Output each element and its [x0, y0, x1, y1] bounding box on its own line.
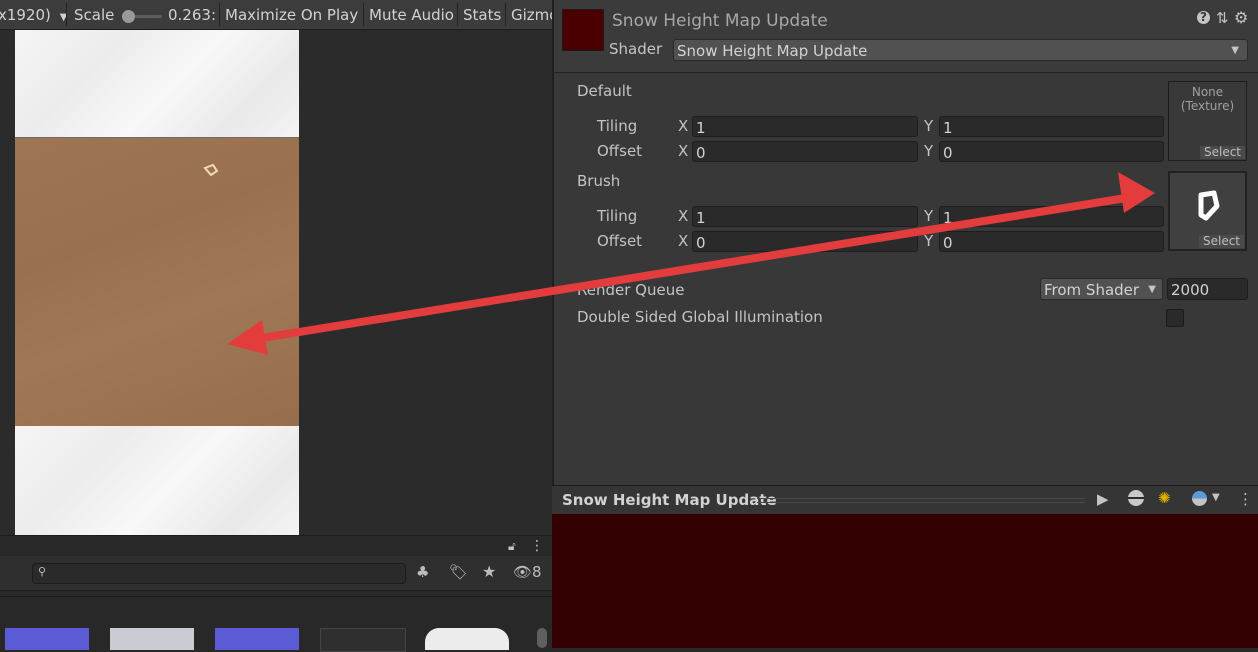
brush-texture-select-button[interactable]: Select: [1199, 235, 1244, 248]
favorite-star-icon[interactable]: ★: [482, 562, 496, 581]
render-queue-source: From Shader: [1044, 281, 1140, 299]
label-tag-icon[interactable]: 🏷︎: [449, 563, 468, 581]
scrollbar[interactable]: [537, 628, 547, 648]
more-options-icon[interactable]: ⋮: [530, 538, 544, 554]
brush-tiling-label: Tiling: [597, 207, 638, 225]
light-icon[interactable]: ✺: [1158, 489, 1171, 507]
inspector-panel: Snow Height Map Update ? ⇅ ⚙ Shader Snow…: [552, 0, 1258, 485]
dsgi-checkbox[interactable]: [1166, 309, 1184, 327]
axis-x-label: X: [678, 232, 689, 250]
default-tiling-label: Tiling: [597, 117, 638, 135]
axis-x-label: X: [678, 142, 689, 160]
dirt-trail-texture: [15, 137, 299, 427]
more-options-icon[interactable]: ⋮: [1238, 490, 1253, 508]
presets-icon[interactable]: ⇅: [1216, 9, 1229, 27]
scale-value: 0.263:: [168, 6, 216, 24]
preview-mesh-icon[interactable]: [1128, 490, 1144, 506]
axis-y-label: Y: [924, 117, 934, 135]
maximize-on-play-toggle[interactable]: Maximize On Play: [225, 0, 358, 29]
eye-hidden-icon: 👁︎: [513, 563, 533, 581]
scale-label: Scale: [74, 6, 115, 24]
game-view-toolbar: x1920) ▼ Scale 0.263: Maximize On Play M…: [0, 0, 558, 30]
hidden-packages-toggle[interactable]: 👁︎8: [513, 563, 542, 581]
asset-thumbnail[interactable]: [320, 628, 406, 652]
default-texture-slot[interactable]: None (Texture) Select: [1168, 81, 1247, 161]
asset-thumbnail[interactable]: [110, 628, 194, 650]
shader-dropdown[interactable]: Snow Height Map Update ▼: [673, 39, 1248, 61]
brush-offset-label: Offset: [597, 232, 643, 250]
default-offset-y-field[interactable]: 0: [939, 141, 1164, 162]
render-queue-source-dropdown[interactable]: From Shader ▼: [1040, 278, 1163, 300]
default-tiling-y-field[interactable]: 1: [939, 116, 1164, 137]
hidden-count: 8: [532, 563, 542, 581]
stats-toggle[interactable]: Stats: [463, 0, 501, 29]
default-offset-x-field[interactable]: 0: [692, 141, 918, 162]
brush-offset-y-field[interactable]: 0: [939, 231, 1164, 252]
axis-y-label: Y: [924, 207, 934, 225]
brush-texture-slot[interactable]: Select: [1168, 171, 1247, 251]
preview-title: Snow Height Map Update: [562, 491, 777, 509]
axis-x-label: X: [678, 207, 689, 225]
render-queue-value-field[interactable]: 2000: [1167, 278, 1248, 300]
create-filter-icon[interactable]: ♣: [416, 563, 429, 581]
default-tiling-x-field[interactable]: 1: [692, 116, 918, 137]
chevron-down-icon: ▼: [1148, 284, 1156, 295]
play-icon[interactable]: ▶: [1097, 490, 1109, 508]
brush-tiling-x-field[interactable]: 1: [692, 206, 918, 227]
lock-icon[interactable]: 🔓︎: [508, 539, 516, 554]
help-icon[interactable]: ?: [1197, 11, 1210, 24]
axis-y-label: Y: [924, 142, 934, 160]
default-texture-select-button[interactable]: Select: [1200, 146, 1245, 159]
no-texture-text: None (Texture): [1180, 85, 1235, 113]
brush-texture-preview: [1198, 190, 1220, 221]
brush-offset-x-field[interactable]: 0: [692, 231, 918, 252]
default-texture-label: Default: [577, 82, 632, 100]
shader-label: Shader: [609, 40, 663, 58]
snow-texture-bottom: [15, 426, 299, 535]
snow-texture-top: [15, 30, 299, 137]
search-icon: ⚲: [38, 565, 47, 578]
preview-toolbar: Snow Height Map Update ▶ ✺ ▼ ⋮: [552, 485, 1258, 516]
scale-slider[interactable]: [122, 10, 162, 23]
brush-texture-label: Brush: [577, 172, 621, 190]
brush-stamp-mark: [203, 163, 219, 177]
chevron-down-icon[interactable]: ▼: [1212, 492, 1220, 503]
drag-handle[interactable]: [757, 498, 1085, 499]
search-input[interactable]: ⚲: [32, 563, 406, 584]
asset-thumbnail[interactable]: [5, 628, 89, 650]
drag-handle[interactable]: [757, 502, 1085, 503]
game-view[interactable]: [0, 30, 552, 535]
gear-icon[interactable]: ⚙: [1234, 8, 1248, 27]
axis-x-label: X: [678, 117, 689, 135]
preview-background-icon[interactable]: [1192, 491, 1207, 506]
shader-value: Snow Height Map Update: [677, 42, 868, 60]
brush-tiling-y-field[interactable]: 1: [939, 206, 1164, 227]
dsgi-label: Double Sided Global Illumination: [577, 308, 823, 326]
chevron-down-icon: ▼: [1231, 45, 1239, 56]
render-queue-label: Render Queue: [577, 281, 685, 299]
axis-y-label: Y: [924, 232, 934, 250]
resolution-dropdown[interactable]: x1920) ▼: [0, 0, 67, 29]
asset-thumbnail[interactable]: [215, 628, 299, 650]
material-preview[interactable]: [552, 514, 1258, 648]
project-panel: 🔓︎ ⋮ ⚲ ♣ 🏷︎ ★ 👁︎8: [0, 535, 552, 652]
material-name: Snow Height Map Update: [612, 11, 828, 31]
asset-thumbnail[interactable]: [425, 628, 509, 650]
default-offset-label: Offset: [597, 142, 643, 160]
material-color-swatch[interactable]: [562, 9, 604, 51]
scale-slider-thumb[interactable]: [122, 10, 135, 23]
mute-audio-toggle[interactable]: Mute Audio: [369, 0, 454, 29]
resolution-label: x1920): [0, 6, 51, 24]
